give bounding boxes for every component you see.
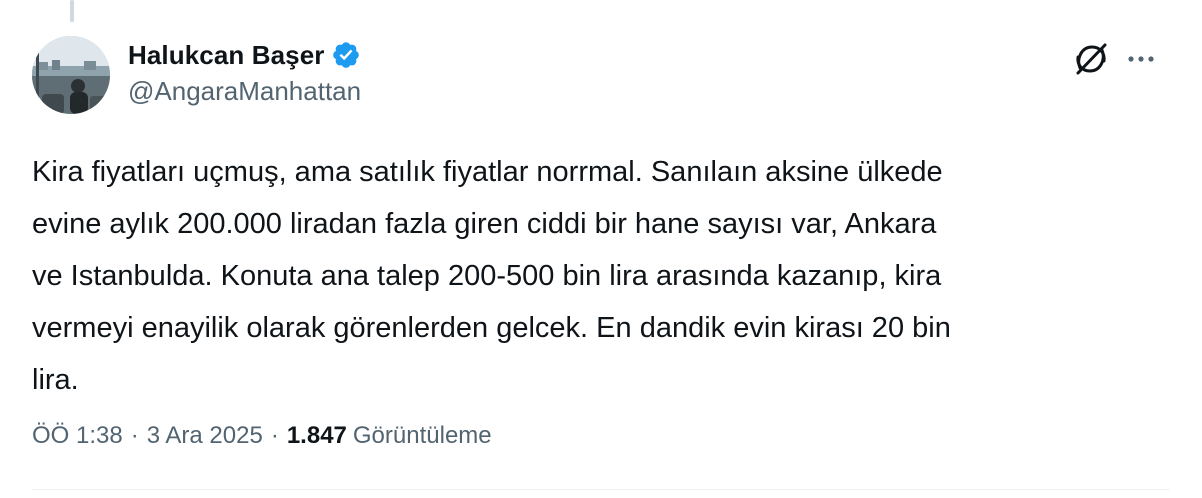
author-handle[interactable]: @AngaraManhattan: [128, 76, 361, 107]
more-dots-icon[interactable]: [1126, 44, 1156, 74]
author-display-name[interactable]: Halukcan Başer: [128, 40, 325, 71]
views-label: Görüntüleme: [352, 422, 492, 449]
views-count: 1.847: [286, 422, 347, 449]
verified-badge-icon[interactable]: [331, 40, 361, 70]
avatar-image: [32, 36, 110, 114]
tweet-text: Kira fiyatları uçmuş, ama satılık fiyatl…: [32, 156, 951, 396]
author-block: Halukcan Başer @AngaraManhattan: [128, 38, 361, 107]
divider: [32, 489, 1170, 490]
meta-separator: ·: [130, 422, 139, 449]
grok-icon[interactable]: [1072, 40, 1110, 78]
thread-connector-line: [70, 0, 74, 22]
author-name-row: Halukcan Başer: [128, 38, 361, 72]
tweet-date[interactable]: 3 Ara 2025: [147, 422, 263, 450]
tweet-metadata: ÖÖ 1:38 · 3 Ara 2025 · 1.847 Görüntüleme: [32, 420, 492, 452]
tweet-time[interactable]: ÖÖ 1:38: [32, 422, 123, 450]
avatar[interactable]: [32, 36, 110, 114]
meta-separator: ·: [270, 422, 279, 449]
